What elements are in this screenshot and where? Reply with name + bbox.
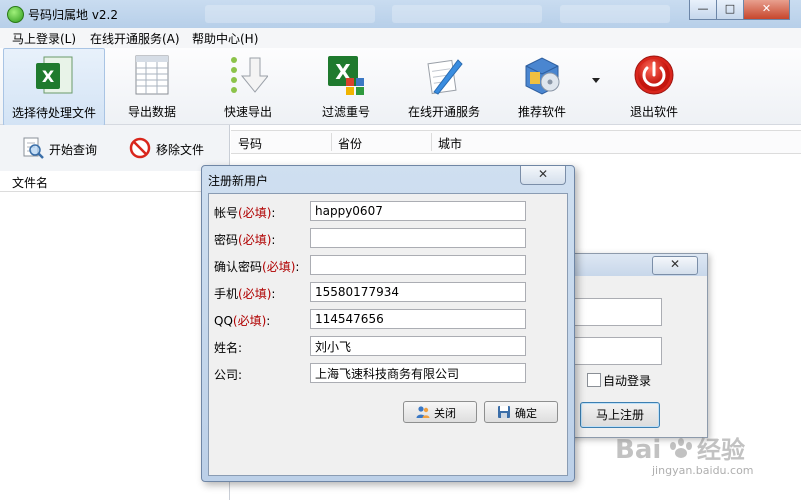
account-input[interactable] [310,201,526,221]
dropdown-arrow-icon[interactable] [592,78,600,83]
watermark-url: jingyan.baidu.com [652,464,754,477]
save-disk-icon [498,406,510,418]
filter-excel-icon: X [328,56,364,95]
tool-label: 导出数据 [127,105,176,119]
file-panel-toolbar: 开始查询 移除文件 [0,125,229,171]
tool-label: 推荐软件 [517,105,566,119]
name-input[interactable] [310,336,526,356]
confirm-button[interactable]: 确定 [484,401,558,423]
start-query-button[interactable]: 开始查询 [22,137,112,159]
menu-help-center[interactable]: 帮助中心(H) [192,30,258,47]
file-name-column[interactable]: 文件名 [12,174,48,191]
qq-label: QQ(必填): [214,314,271,328]
excel-icon: X [36,56,73,94]
software-box-icon [525,57,560,95]
svg-text:Bai: Bai [615,435,661,465]
column-province[interactable]: 省份 [338,135,362,152]
menu-online-service[interactable]: 在线开通服务(A) [90,30,180,47]
close-window-button[interactable]: ✕ [743,0,790,20]
quick-export-icon [231,57,268,93]
menu-login[interactable]: 马上登录(L) [12,30,76,47]
password-label: 密码(必填): [214,233,276,247]
baidu-jingyan-watermark: Bai 经验 jingyan.baidu.com [560,428,760,498]
mobile-label: 手机(必填): [214,287,276,301]
start-query-label: 开始查询 [49,143,98,157]
app-logo-icon [7,6,24,23]
qq-input[interactable] [310,309,526,329]
tool-label: 快速导出 [223,105,272,119]
column-city[interactable]: 城市 [438,135,462,152]
svg-text:经验: 经验 [697,436,745,464]
background-window-tab [205,5,375,23]
login-dialog: ✕ 自动登录 马上注册 [566,253,708,438]
close-button-label: 关闭 [434,407,456,420]
window-title: 号码归属地 v2.2 [28,8,119,22]
recommended-software-button[interactable]: 推荐软件 [502,48,582,124]
close-button[interactable]: 关闭 [403,401,477,423]
background-window-tab [392,5,542,23]
login-close-icon[interactable]: ✕ [652,256,698,275]
register-dialog-title: 注册新用户 [208,174,269,188]
login-username-input[interactable] [567,298,662,326]
file-list-header: 文件名 [0,171,229,192]
no-entry-icon [129,137,151,159]
mobile-input[interactable] [310,282,526,302]
register-now-button[interactable]: 马上注册 [580,402,660,428]
column-divider[interactable] [431,133,432,151]
confirm-password-input[interactable] [310,255,526,275]
notepad-pen-icon [427,59,463,95]
table-header: 号码 省份 城市 [231,130,801,154]
svg-text:X: X [42,67,55,86]
company-label: 公司: [214,368,243,382]
tool-label: 退出软件 [629,105,678,119]
login-password-input[interactable] [567,337,662,365]
tool-label: 过滤重号 [321,105,370,119]
tool-label: 在线开通服务 [407,105,480,119]
confirm-button-label: 确定 [515,407,537,420]
name-label: 姓名: [214,341,243,355]
remove-file-label: 移除文件 [156,143,205,157]
export-data-button[interactable]: 导出数据 [110,48,194,124]
password-input[interactable] [310,228,526,248]
spreadsheet-icon [135,55,169,95]
minimize-button[interactable]: — [689,0,717,20]
search-document-icon [23,137,44,159]
tool-label: 选择待处理文件 [11,106,96,120]
column-divider[interactable] [331,133,332,151]
title-bar: 号码归属地 v2.2 — □ ✕ [0,0,801,29]
baidu-logo: Bai 经验 [615,435,745,465]
background-window-tab [560,5,670,23]
menu-bar: 马上登录(L) 在线开通服务(A) 帮助中心(H) [0,28,801,49]
login-dialog-titlebar: ✕ [567,254,707,276]
register-form: 帐号(必填): 密码(必填): 确认密码(必填): 手机(必填): QQ(必填)… [208,193,568,476]
auto-login-label: 自动登录 [603,374,652,388]
account-label: 帐号(必填): [214,206,276,220]
online-service-button[interactable]: 在线开通服务 [398,48,490,124]
users-icon [416,406,430,418]
exit-software-button[interactable]: 退出软件 [614,48,694,124]
register-close-icon[interactable]: ✕ [520,166,566,185]
maximize-button[interactable]: □ [716,0,744,20]
power-icon [634,55,674,95]
quick-export-button[interactable]: 快速导出 [208,48,288,124]
register-dialog: 注册新用户 ✕ 帐号(必填): 密码(必填): 确认密码(必填): 手机(必填)… [201,165,575,482]
column-number[interactable]: 号码 [238,135,262,152]
company-input[interactable] [310,363,526,383]
confirm-password-label: 确认密码(必填): [214,260,300,274]
file-panel: 开始查询 移除文件 文件名 [0,125,230,500]
remove-file-button[interactable]: 移除文件 [129,137,219,159]
filter-duplicates-button[interactable]: X 过滤重号 [306,48,386,124]
select-file-button[interactable]: X 选择待处理文件 [3,48,105,126]
main-toolbar: X 选择待处理文件 导出数据 快速导出 X 过滤重号 在线开通服务 推荐软件 退… [0,48,801,126]
auto-login-checkbox[interactable] [587,373,601,387]
